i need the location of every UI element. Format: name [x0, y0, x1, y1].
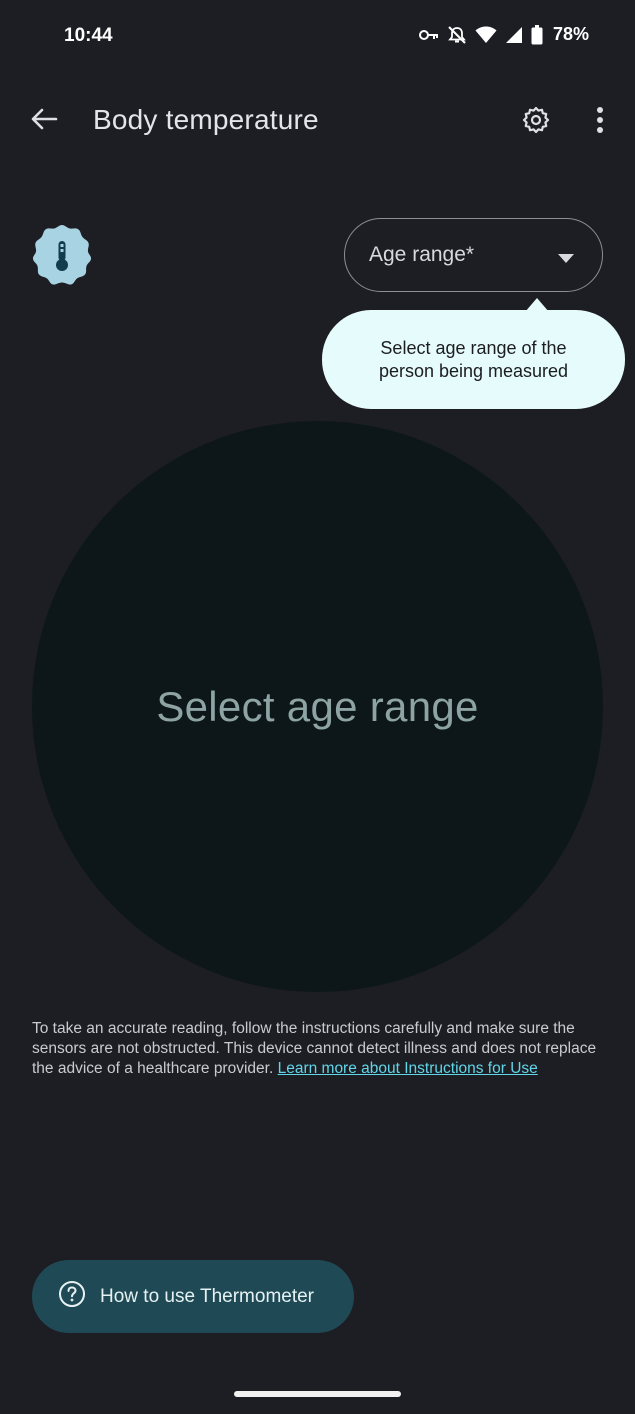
age-range-dropdown[interactable]: Age range* [344, 218, 603, 292]
top-app-bar: Body temperature [0, 88, 635, 154]
status-time: 10:44 [64, 25, 113, 46]
battery-icon [531, 24, 543, 45]
status-bar: 10:44 78% [0, 0, 635, 72]
how-to-use-button[interactable]: How to use Thermometer [32, 1260, 354, 1333]
dropdown-arrow-icon [558, 250, 574, 268]
disclaimer: To take an accurate reading, follow the … [32, 1019, 604, 1079]
reading-circle: Select age range [32, 421, 603, 992]
wifi-icon [475, 26, 497, 44]
sound-off-icon [447, 25, 467, 45]
gesture-navigation-bar[interactable] [234, 1391, 401, 1397]
battery-percent: 78% [552, 24, 589, 44]
status-icons: 78% [418, 24, 589, 45]
tooltip-text: Select age range of the person being mea… [378, 337, 569, 381]
back-button[interactable] [24, 103, 64, 139]
thermometer-icon [30, 225, 94, 290]
reading-circle-text: Select age range [156, 682, 479, 730]
arrow-back-icon [30, 107, 58, 136]
age-range-tooltip: Select age range of the person being mea… [322, 298, 625, 409]
screen: 10:44 78% Body temperature Age range* Se… [0, 0, 635, 1414]
settings-button[interactable] [516, 102, 556, 142]
vpn-key-icon [418, 28, 439, 42]
gear-icon [521, 105, 551, 140]
instructions-link[interactable]: Learn more about Instructions for Use [278, 1060, 538, 1077]
help-circle-icon [58, 1280, 86, 1313]
how-to-use-label: How to use Thermometer [100, 1285, 315, 1307]
more-options-button[interactable] [584, 102, 616, 142]
page-title: Body temperature [93, 104, 319, 135]
more-vert-icon [596, 106, 604, 138]
signal-icon [505, 26, 523, 44]
age-range-label: Age range* [369, 243, 475, 266]
thermometer-badge [30, 224, 94, 286]
